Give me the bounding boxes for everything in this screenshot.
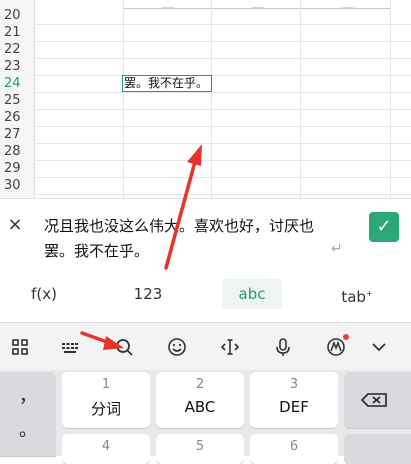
row-number[interactable]: 21 bbox=[4, 24, 34, 41]
collapse-chevron-icon[interactable] bbox=[367, 335, 391, 359]
emoji-icon[interactable] bbox=[165, 335, 189, 359]
key-number: 6 bbox=[289, 439, 299, 454]
row-divider bbox=[34, 24, 411, 25]
row-divider bbox=[34, 177, 411, 178]
tab-plus-icon: + bbox=[365, 289, 373, 298]
confirm-button[interactable]: ✓ bbox=[369, 212, 399, 242]
row-number[interactable]: 22 bbox=[4, 41, 34, 58]
check-icon: ✓ bbox=[376, 216, 392, 237]
key-1[interactable]: 1 分词 bbox=[62, 372, 150, 428]
mode-tab-tab[interactable]: tab+ bbox=[327, 279, 387, 309]
period-key[interactable]: 。 bbox=[0, 416, 56, 442]
search-icon[interactable] bbox=[112, 335, 136, 359]
row-number[interactable]: 29 bbox=[4, 160, 34, 177]
key-number: 2 bbox=[195, 377, 205, 392]
row-number[interactable]: 27 bbox=[4, 126, 34, 143]
comma-key[interactable]: ， bbox=[0, 382, 56, 408]
mode-tab-fx[interactable]: f(x) bbox=[14, 279, 74, 309]
row-divider bbox=[34, 194, 411, 195]
mode-tab-tab-label: tab bbox=[341, 288, 366, 306]
row-number[interactable]: 26 bbox=[4, 109, 34, 126]
key-6[interactable]: 6 bbox=[250, 434, 338, 464]
clear-input-button[interactable]: × bbox=[6, 216, 24, 234]
row-divider bbox=[34, 126, 411, 127]
row-number[interactable]: 23 bbox=[4, 58, 34, 75]
key-label: ABC bbox=[184, 398, 216, 416]
key-number: 3 bbox=[289, 377, 299, 392]
grid-menu-icon[interactable] bbox=[8, 335, 32, 359]
mode-tab-123[interactable]: 123 bbox=[118, 279, 178, 309]
key-3[interactable]: 3 DEF bbox=[250, 372, 338, 428]
row-divider bbox=[34, 109, 411, 110]
key-label: DEF bbox=[279, 398, 309, 416]
backspace-key[interactable] bbox=[344, 372, 411, 428]
close-icon: × bbox=[7, 214, 23, 235]
row-divider bbox=[34, 41, 411, 42]
selected-cell[interactable]: 罢。我不在乎。 bbox=[122, 75, 212, 92]
row-divider bbox=[34, 58, 411, 59]
row-header-column[interactable]: 20 21 22 23 24 25 26 27 28 29 30 bbox=[0, 0, 35, 198]
key-4[interactable]: 4 bbox=[62, 434, 150, 464]
key-label: 分词 bbox=[90, 400, 121, 418]
row-number[interactable]: 20 bbox=[4, 7, 34, 24]
key-number: 5 bbox=[195, 439, 205, 454]
function-key[interactable] bbox=[344, 434, 411, 464]
formula-bar: × 况且我也没这么伟大。喜欢也好，讨厌也罢。我不在乎。 ↵ bbox=[0, 198, 411, 273]
t9-keyboard: ， 。 1 分词 2 ABC 3 DEF 4 5 6 bbox=[0, 370, 411, 464]
row-number[interactable]: 28 bbox=[4, 143, 34, 160]
row-number-active[interactable]: 24 bbox=[4, 75, 34, 92]
column-divider bbox=[211, 0, 212, 198]
spreadsheet-grid[interactable]: 20 21 22 23 24 25 26 27 28 29 30 罢。我不在乎。 bbox=[0, 0, 411, 198]
key-number: 4 bbox=[101, 439, 111, 454]
strip-diagonals bbox=[159, 6, 357, 8]
symbol-column[interactable]: ， 。 bbox=[0, 372, 56, 456]
row-number[interactable]: 25 bbox=[4, 92, 34, 109]
key-2[interactable]: 2 ABC bbox=[156, 372, 244, 428]
frozen-top-strip bbox=[123, 0, 391, 9]
key-5[interactable]: 5 bbox=[156, 434, 244, 464]
microphone-icon[interactable] bbox=[271, 335, 295, 359]
row-divider bbox=[34, 75, 411, 76]
row-divider bbox=[34, 92, 411, 93]
keyboard-icon[interactable] bbox=[58, 335, 82, 359]
formula-input[interactable]: 况且我也没这么伟大。喜欢也好，讨厌也罢。我不在乎。 bbox=[44, 214, 314, 264]
row-number[interactable]: 30 bbox=[4, 177, 34, 194]
enter-icon[interactable]: ↵ bbox=[331, 241, 343, 257]
notification-dot bbox=[343, 334, 349, 340]
column-divider bbox=[390, 0, 391, 198]
row-divider bbox=[34, 143, 411, 144]
cursor-icon[interactable] bbox=[218, 335, 242, 359]
column-divider bbox=[300, 0, 301, 198]
backspace-icon bbox=[360, 393, 387, 407]
key-number: 1 bbox=[101, 377, 111, 392]
ime-toolbar bbox=[0, 322, 411, 371]
column-divider bbox=[123, 0, 124, 198]
row-divider bbox=[34, 160, 411, 161]
input-mode-tabs: f(x) 123 abc tab+ bbox=[0, 272, 411, 318]
mode-tab-abc[interactable]: abc bbox=[222, 279, 282, 309]
